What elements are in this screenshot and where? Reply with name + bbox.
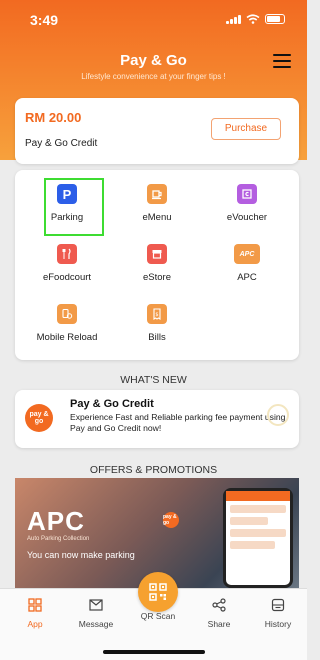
tab-label: App xyxy=(27,619,43,629)
services-grid: P Parking eMenu eVoucher eFoodcourt eSto… xyxy=(15,170,299,360)
apc-icon: APC xyxy=(234,244,260,264)
status-bar: 3:49 xyxy=(0,10,307,32)
service-tile-parking[interactable]: P Parking xyxy=(22,172,112,236)
offers-heading: OFFERS & PROMOTIONS xyxy=(89,464,218,476)
grid-icon xyxy=(27,597,43,613)
share-icon xyxy=(211,597,227,613)
tab-label: History xyxy=(264,619,292,629)
news-body: Experience Fast and Reliable parking fee… xyxy=(70,412,286,433)
credit-label: Pay & Go Credit xyxy=(25,138,98,149)
service-label: eMenu xyxy=(142,212,172,223)
whats-new-heading: WHAT'S NEW xyxy=(120,374,187,386)
service-tile-emenu[interactable]: eMenu xyxy=(112,172,202,232)
service-tile-efoodcourt[interactable]: eFoodcourt xyxy=(22,232,112,292)
service-label: APC xyxy=(237,272,257,283)
credit-card: RM 20.00 Pay & Go Credit Purchase xyxy=(15,98,299,164)
tab-share[interactable]: Share xyxy=(189,593,249,629)
home-indicator xyxy=(103,650,205,654)
service-label: eVoucher xyxy=(226,212,268,223)
service-tile-mobile-reload[interactable]: Mobile Reload xyxy=(22,292,112,352)
service-label: Bills xyxy=(148,332,166,343)
hamburger-menu-icon[interactable] xyxy=(273,54,291,68)
bill-icon: $ xyxy=(147,304,167,324)
voucher-icon xyxy=(237,184,257,204)
battery-icon xyxy=(265,14,285,24)
svg-text:$: $ xyxy=(155,312,158,318)
tab-app[interactable]: App xyxy=(5,593,65,629)
service-label: eFoodcourt xyxy=(42,272,92,283)
tab-label: Message xyxy=(78,619,114,629)
history-icon xyxy=(270,597,286,613)
envelope-icon xyxy=(88,597,104,613)
fork-knife-icon xyxy=(57,244,77,264)
tab-label: Share xyxy=(207,619,231,629)
page-title: Pay & Go xyxy=(120,52,187,69)
tab-message[interactable]: Message xyxy=(66,593,126,629)
payngo-logo: pay & go xyxy=(25,404,53,432)
wifi-icon xyxy=(246,14,260,24)
page-subtitle: Lifestyle convenience at your finger tip… xyxy=(81,72,226,81)
promo-subtitle: Auto Parking Collection xyxy=(27,536,90,542)
mobile-reload-icon xyxy=(57,304,77,324)
qr-code-icon xyxy=(149,583,167,601)
service-label: Mobile Reload xyxy=(36,332,98,343)
service-tile-bills[interactable]: $ Bills xyxy=(112,292,202,352)
payngo-logo: pay & go xyxy=(163,512,179,528)
loading-ring-icon xyxy=(267,404,289,426)
status-time: 3:49 xyxy=(30,12,59,28)
status-icons xyxy=(226,14,285,24)
service-label: eStore xyxy=(143,272,171,283)
purchase-button[interactable]: Purchase xyxy=(211,118,281,140)
promo-title: APC xyxy=(27,506,85,536)
qr-scan-button[interactable] xyxy=(138,572,178,612)
credit-amount: RM 20.00 xyxy=(25,110,82,125)
coffee-cup-icon xyxy=(147,184,167,204)
service-tile-estore[interactable]: eStore xyxy=(112,232,202,292)
tab-label: QR Scan xyxy=(140,611,176,621)
phone-mockup-image xyxy=(223,488,293,588)
news-title: Pay & Go Credit xyxy=(70,398,154,410)
promo-text: You can now make parking xyxy=(27,550,135,560)
service-tile-apc[interactable]: APC APC xyxy=(202,232,292,292)
store-icon xyxy=(147,244,167,264)
signal-icon xyxy=(226,14,241,24)
news-card[interactable]: pay & go Pay & Go Credit Experience Fast… xyxy=(15,390,299,448)
tab-history[interactable]: History xyxy=(248,593,308,629)
selection-outline xyxy=(44,178,104,236)
service-tile-evoucher[interactable]: eVoucher xyxy=(202,172,292,232)
